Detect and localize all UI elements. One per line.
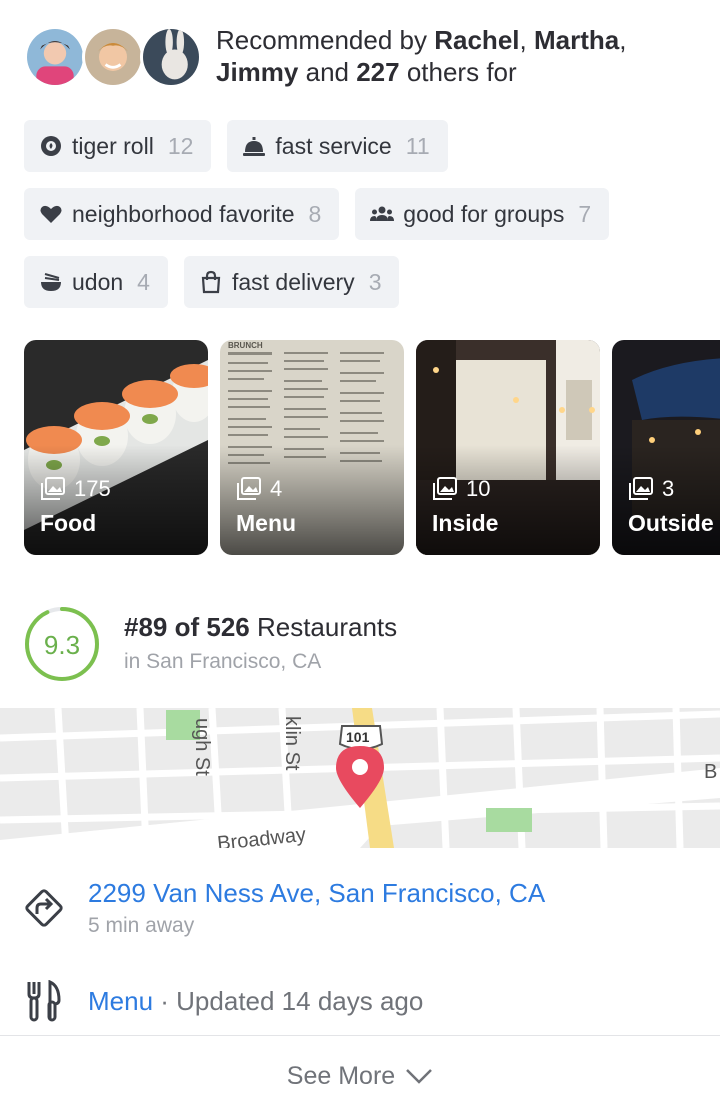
recommended-prefix: Recommended by — [216, 25, 435, 55]
photo-label: Outside — [628, 510, 714, 536]
address-row[interactable]: 2299 Van Ness Ave, San Francisco, CA 5 m… — [0, 848, 720, 958]
map-label-highway: 101 — [346, 729, 370, 745]
menu-row[interactable]: Menu · Updated 14 days ago — [0, 958, 720, 1036]
tag-count: 4 — [137, 268, 150, 295]
avatar[interactable] — [82, 26, 144, 88]
photo-count: 10 — [432, 476, 490, 502]
heart-icon — [38, 201, 64, 227]
ranking-section[interactable]: 9.3 #89 of 526 Restaurants in San Franci… — [24, 606, 704, 686]
rank-position: #89 of 526 — [124, 612, 250, 642]
separator: , — [619, 25, 627, 55]
tag-chip-neighborhood-favorite[interactable]: neighborhood favorite 8 — [24, 188, 340, 240]
fork-knife-icon — [27, 980, 61, 1022]
address-distance: 5 min away — [88, 914, 195, 937]
tag-label: neighborhood favorite — [72, 200, 295, 227]
avatar[interactable] — [24, 26, 86, 88]
recommended-text: Recommended by Rachel, Martha, Jimmy and … — [216, 24, 696, 88]
service-bell-icon — [241, 133, 267, 159]
photo-count: 4 — [236, 476, 282, 502]
photo-carousel[interactable]: 175 Food BRUNCH 4 Menu 10 Inside 3 Outsi… — [24, 340, 720, 556]
friend-name[interactable]: Rachel — [434, 25, 519, 55]
photo-card-menu[interactable]: BRUNCH 4 Menu — [220, 340, 404, 555]
map-label-street: klin St — [281, 716, 303, 771]
see-more-button[interactable]: See More — [0, 1036, 720, 1116]
menu-link[interactable]: Menu — [88, 986, 153, 1016]
tag-chip-udon[interactable]: udon 4 — [24, 256, 168, 308]
tag-label: good for groups — [403, 200, 565, 227]
tag-chip-good-for-groups[interactable]: good for groups 7 — [355, 188, 610, 240]
separator: · — [153, 986, 177, 1016]
others-count[interactable]: 227 — [356, 57, 399, 87]
photo-label: Food — [40, 510, 97, 536]
group-icon — [369, 201, 395, 227]
noodle-bowl-icon — [38, 269, 64, 295]
tag-count: 8 — [308, 200, 322, 227]
photo-count-value: 4 — [270, 476, 283, 501]
sushi-roll-icon — [38, 133, 64, 159]
photo-gallery-icon — [237, 477, 261, 500]
avatar[interactable] — [140, 26, 202, 88]
tag-chip-fast-service[interactable]: fast service 11 — [227, 120, 448, 172]
shopping-bag-icon — [198, 269, 224, 295]
photo-gallery-icon — [41, 477, 65, 500]
tag-label: fast delivery — [231, 268, 355, 295]
photo-count: 3 — [628, 476, 674, 502]
rank-location: in San Francisco, CA — [124, 650, 322, 673]
menu-heading-text: BRUNCH — [228, 341, 263, 350]
photo-card-outside[interactable]: 3 Outside — [612, 340, 720, 555]
tag-label: udon — [72, 268, 124, 295]
friend-name[interactable]: Martha — [534, 25, 619, 55]
rating-badge: 9.3 — [24, 606, 100, 682]
photo-count-value: 175 — [74, 476, 111, 501]
photo-gallery-icon — [433, 477, 457, 500]
chevron-down-icon — [406, 1069, 433, 1084]
directions-icon — [25, 889, 63, 927]
photo-label: Inside — [432, 510, 499, 536]
tag-count: 3 — [368, 268, 382, 295]
tag-chips: tiger roll 12 fast service 11 neighborho… — [24, 120, 704, 324]
tag-chip-fast-delivery[interactable]: fast delivery 3 — [183, 256, 400, 308]
photo-gallery-icon — [629, 477, 653, 500]
photo-count: 175 — [40, 476, 111, 502]
photo-count-value: 10 — [466, 476, 491, 501]
tag-label: fast service — [275, 132, 392, 159]
see-more-label: See More — [286, 1061, 396, 1090]
map-label-street: ugh St — [191, 718, 213, 776]
photo-card-inside[interactable]: 10 Inside — [416, 340, 600, 555]
recommended-suffix: others for — [399, 57, 517, 87]
tag-count: 12 — [167, 132, 194, 159]
photo-count-value: 3 — [662, 476, 675, 501]
tag-label: tiger roll — [72, 132, 154, 159]
menu-updated: Updated 14 days ago — [176, 986, 424, 1016]
menu-text: Menu · Updated 14 days ago — [88, 986, 423, 1017]
location-map[interactable]: ugh St klin St Broadway B 101 — [0, 708, 720, 848]
photo-card-food[interactable]: 175 Food — [24, 340, 208, 555]
recommended-section: Recommended by Rachel, Martha, Jimmy and … — [24, 24, 704, 90]
tag-chip-tiger-roll[interactable]: tiger roll 12 — [24, 120, 212, 172]
separator: and — [298, 57, 357, 87]
rating-score: 9.3 — [43, 630, 81, 660]
friend-avatars[interactable] — [24, 24, 204, 88]
tag-count: 7 — [578, 200, 592, 227]
tag-count: 11 — [405, 132, 430, 159]
map-label-street: B — [704, 761, 717, 783]
friend-name[interactable]: Jimmy — [216, 57, 298, 87]
rank-category: Restaurants — [249, 612, 398, 642]
photo-label: Menu — [236, 510, 297, 536]
separator: , — [519, 25, 534, 55]
rank-title: #89 of 526 Restaurants — [124, 612, 397, 643]
address-link[interactable]: 2299 Van Ness Ave, San Francisco, CA — [88, 878, 545, 909]
